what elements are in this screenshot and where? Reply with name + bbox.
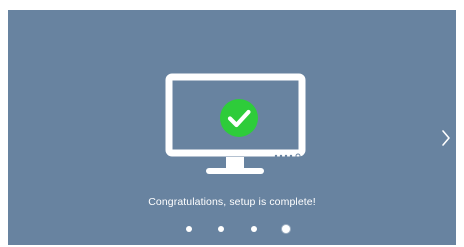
chevron-right-icon[interactable]	[440, 128, 452, 148]
page-indicator	[8, 225, 456, 236]
page-dot-3[interactable]	[251, 226, 257, 232]
setup-complete-message: Congratulations, setup is complete!	[148, 196, 316, 208]
page-dot-4-active[interactable]	[282, 225, 290, 233]
setup-screen: Congratulations, setup is complete!	[8, 10, 456, 245]
checkmark-circle-icon	[219, 98, 259, 138]
page-dot-2[interactable]	[218, 226, 224, 232]
page-dot-1[interactable]	[186, 226, 192, 232]
